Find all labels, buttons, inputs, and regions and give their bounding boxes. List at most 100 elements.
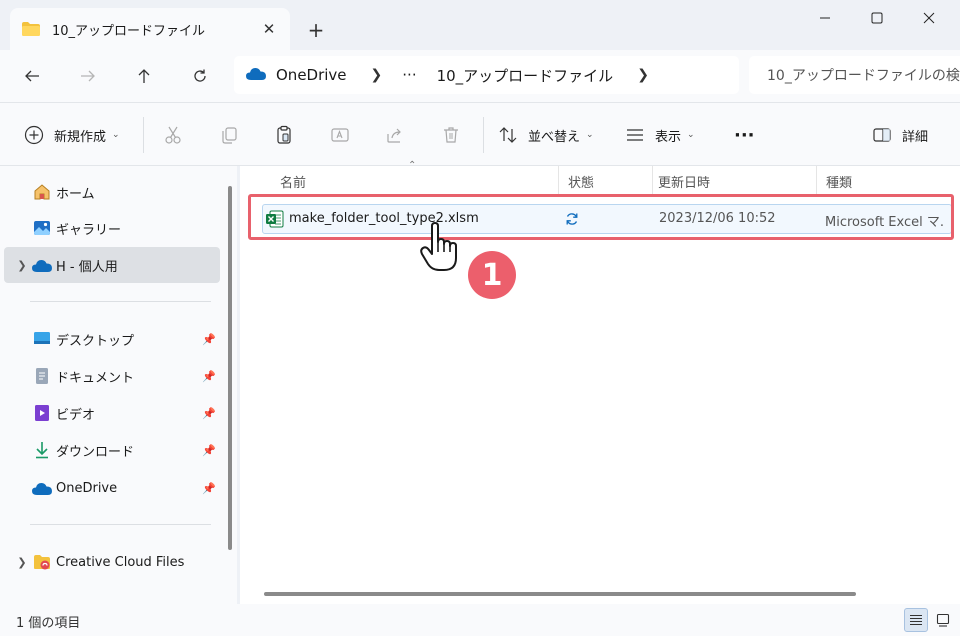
details-pane-button[interactable]: 詳細 xyxy=(872,119,928,151)
sidebar-item-documents[interactable]: ドキュメント 📌 xyxy=(4,358,220,394)
details-view-button[interactable] xyxy=(904,608,928,632)
navigation-pane: ホーム ギャラリー ❯ H - 個人用 デスクトップ 📌 ドキュメント 📌 ビデ… xyxy=(0,166,237,604)
trash-icon xyxy=(444,127,458,143)
maximize-button[interactable] xyxy=(854,0,900,36)
divider xyxy=(483,117,484,153)
sidebar-item-label: デスクトップ xyxy=(56,333,135,349)
breadcrumb-chevron-icon[interactable]: ❯ xyxy=(371,67,383,83)
rename-icon xyxy=(331,128,349,142)
column-header-type[interactable]: 種類 xyxy=(826,166,852,196)
sidebar-item-label: OneDrive xyxy=(56,480,118,496)
download-arrow-icon xyxy=(32,440,52,460)
step-number-badge: 1 xyxy=(468,251,516,299)
more-options-button[interactable]: ··· xyxy=(734,119,755,151)
view-button-label: 表示 xyxy=(655,129,682,145)
sidebar-item-onedrive-personal[interactable]: ❯ H - 個人用 xyxy=(4,247,220,283)
delete-button[interactable] xyxy=(435,119,467,151)
item-count: 1 個の項目 xyxy=(16,616,81,631)
tiles-view-button[interactable] xyxy=(931,608,955,632)
title-bar: 10_アップロードファイル ✕ + xyxy=(0,0,960,50)
sidebar-item-label: H - 個人用 xyxy=(56,259,118,275)
sort-arrows-icon xyxy=(499,127,517,143)
column-divider[interactable] xyxy=(816,166,817,196)
column-header-name[interactable]: 名前 xyxy=(280,166,306,196)
arrow-up-icon xyxy=(138,69,150,83)
tab-current-folder[interactable]: 10_アップロードファイル ✕ xyxy=(10,8,290,50)
sort-button[interactable]: 並べ替え ⌄ xyxy=(498,119,594,151)
copy-icon xyxy=(222,127,237,144)
sidebar-item-gallery[interactable]: ギャラリー xyxy=(4,210,220,246)
rename-button[interactable] xyxy=(324,119,356,151)
close-window-button[interactable] xyxy=(906,0,952,36)
maximize-icon xyxy=(871,12,883,24)
pin-icon[interactable]: 📌 xyxy=(202,370,216,383)
column-divider[interactable] xyxy=(652,166,653,196)
document-icon xyxy=(32,366,52,386)
breadcrumb-more[interactable]: ··· xyxy=(402,66,416,84)
address-bar[interactable]: OneDrive ❯ ··· 10_アップロードファイル ❯ xyxy=(234,56,739,94)
breadcrumb-current-folder[interactable]: 10_アップロードファイル xyxy=(437,65,614,86)
arrow-left-icon xyxy=(25,70,39,82)
horizontal-scrollbar[interactable] xyxy=(264,592,856,596)
breadcrumb-chevron-icon[interactable]: ❯ xyxy=(637,67,649,83)
divider xyxy=(30,301,211,302)
pin-icon[interactable]: 📌 xyxy=(202,444,216,457)
minimize-button[interactable] xyxy=(802,0,848,36)
arrow-right-icon xyxy=(81,70,95,82)
view-lines-icon xyxy=(627,129,643,141)
divider xyxy=(30,524,211,525)
close-tab-icon[interactable]: ✕ xyxy=(258,18,280,40)
breadcrumb-onedrive[interactable]: OneDrive xyxy=(276,66,347,84)
column-header-status[interactable]: 状態 xyxy=(568,166,594,196)
tile-view-icon xyxy=(936,613,950,627)
sidebar-item-desktop[interactable]: デスクトップ 📌 xyxy=(4,321,220,357)
pin-icon[interactable]: 📌 xyxy=(202,407,216,420)
divider xyxy=(143,117,144,153)
plus-circle-icon xyxy=(24,125,44,145)
command-bar: 新規作成 ⌄ 並べ替え ⌄ 表示 ⌄ ··· 詳細 xyxy=(0,102,960,166)
sidebar-item-label: Creative Cloud Files xyxy=(56,554,185,570)
view-button[interactable]: 表示 ⌄ xyxy=(625,119,695,151)
tab-label: 10_アップロードファイル xyxy=(52,23,206,39)
desktop-icon xyxy=(32,329,52,349)
sidebar-item-videos[interactable]: ビデオ 📌 xyxy=(4,395,220,431)
copy-button[interactable] xyxy=(213,119,245,151)
pin-icon[interactable]: 📌 xyxy=(202,482,216,495)
onedrive-cloud-icon xyxy=(246,66,266,84)
forward-button[interactable] xyxy=(72,60,104,92)
cut-button[interactable] xyxy=(157,119,189,151)
paste-button[interactable] xyxy=(268,119,300,151)
new-button[interactable]: 新規作成 ⌄ xyxy=(24,119,120,151)
sort-button-label: 並べ替え xyxy=(528,129,581,145)
details-pane-label: 詳細 xyxy=(902,129,929,145)
chevron-right-icon[interactable]: ❯ xyxy=(12,259,32,272)
sidebar-item-label: ビデオ xyxy=(56,407,96,423)
gallery-icon xyxy=(32,218,52,238)
pin-icon[interactable]: 📌 xyxy=(202,333,216,346)
share-button[interactable] xyxy=(379,119,411,151)
sidebar-scrollbar[interactable] xyxy=(228,186,232,550)
video-icon xyxy=(32,403,52,423)
sort-ascending-icon: ⌃ xyxy=(408,160,417,171)
sidebar-item-downloads[interactable]: ダウンロード 📌 xyxy=(4,432,220,468)
column-header-modified[interactable]: 更新日時 xyxy=(658,166,710,196)
file-list-pane: ⌃ 名前 状態 更新日時 種類 make_folder_tool_type2.x… xyxy=(240,160,960,604)
status-bar: 1 個の項目 xyxy=(0,604,960,636)
back-button[interactable] xyxy=(16,60,48,92)
sidebar-item-onedrive[interactable]: OneDrive 📌 xyxy=(4,470,220,506)
highlight-box xyxy=(248,194,954,240)
sidebar-item-home[interactable]: ホーム xyxy=(4,174,220,210)
hand-cursor-icon xyxy=(420,222,458,276)
search-input[interactable]: 10_アップロードファイルの検索 xyxy=(749,56,960,94)
chevron-right-icon[interactable]: ❯ xyxy=(12,556,32,569)
chevron-down-icon: ⌄ xyxy=(586,130,594,140)
new-tab-button[interactable]: + xyxy=(302,16,330,44)
new-button-label: 新規作成 xyxy=(54,129,107,145)
list-view-icon xyxy=(910,614,922,626)
sidebar-item-label: ホーム xyxy=(56,186,95,202)
sidebar-item-label: ギャラリー xyxy=(56,222,122,238)
up-button[interactable] xyxy=(128,60,160,92)
sidebar-item-creative-cloud[interactable]: ❯ Creative Cloud Files xyxy=(4,544,220,580)
refresh-button[interactable] xyxy=(184,60,216,92)
column-divider[interactable] xyxy=(558,166,559,196)
